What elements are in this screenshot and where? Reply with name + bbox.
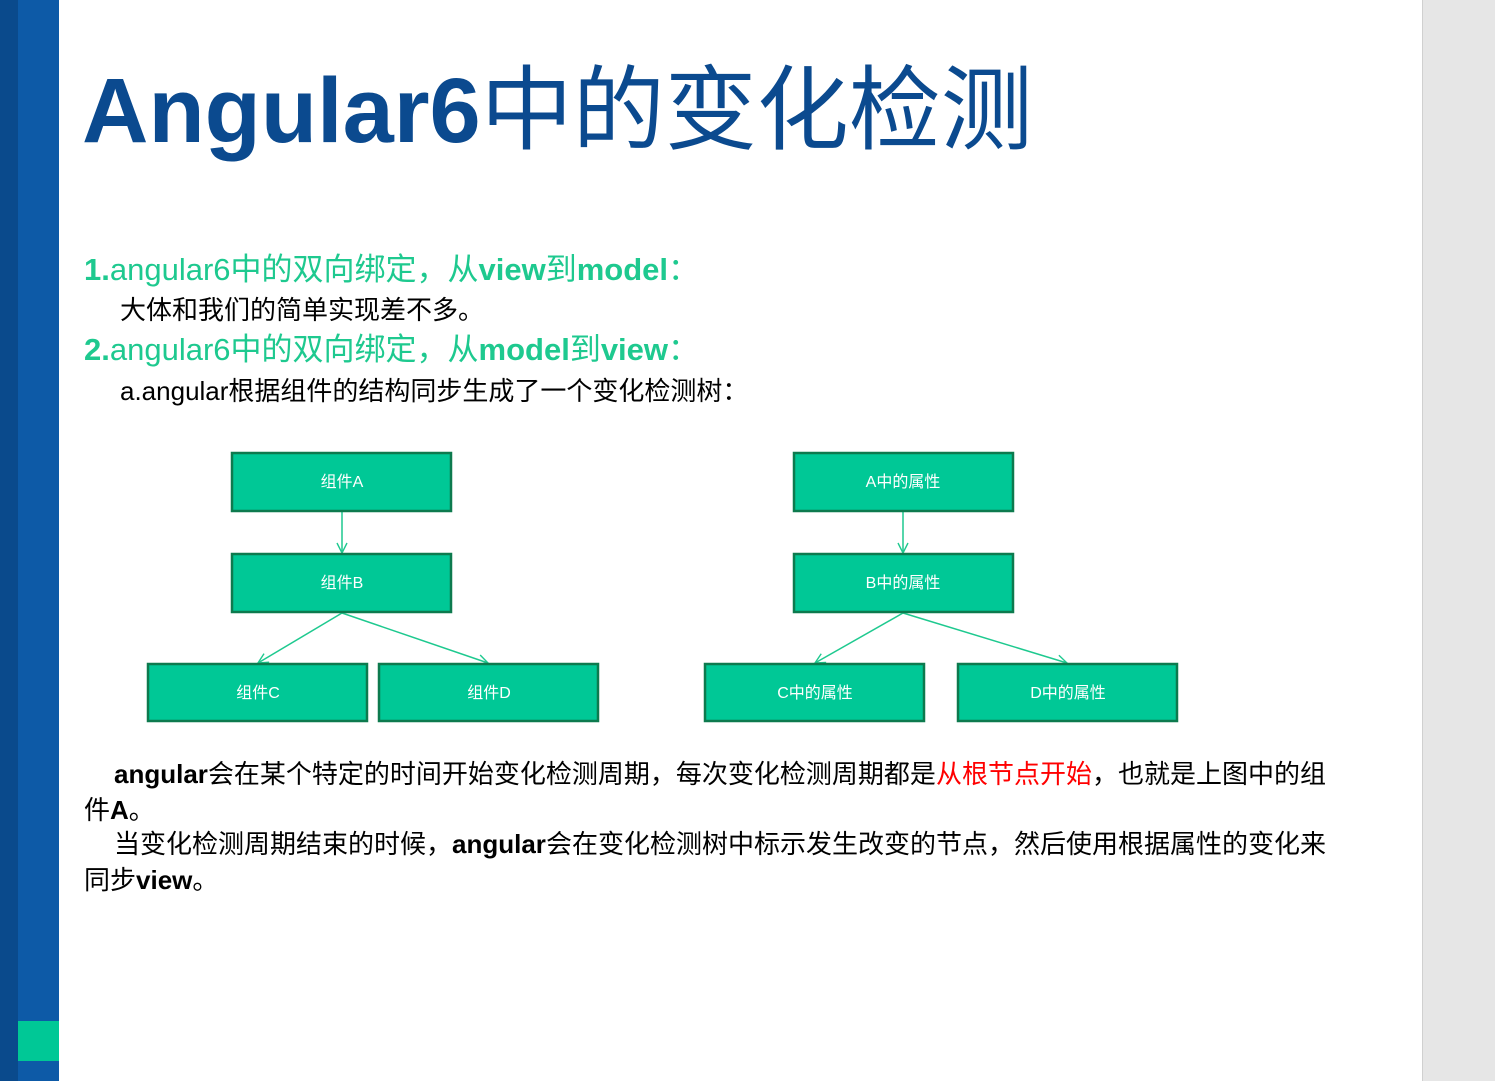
edge-b-to-c [258,612,343,663]
node-props-a: A中的属性 [792,451,1015,513]
para-1-text-c: 。 [128,796,155,826]
node-component-c-label: 组件C [236,684,280,702]
node-props-d: D中的属性 [956,662,1179,723]
node-component-d-label: 组件D [467,684,511,702]
edge-b-to-d [341,612,488,663]
para-2-text-a: 当变化检测周期结束的时候， [114,830,453,860]
para-1-bold-a: A [110,795,129,825]
para-2-text-c: 。 [192,866,219,896]
node-props-a-label: A中的属性 [866,473,941,491]
node-props-c-label: C中的属性 [777,684,853,702]
node-props-d-label: D中的属性 [1030,684,1106,702]
node-props-b: B中的属性 [792,552,1015,614]
para-2-bold-angular: angular [452,829,546,859]
para-1-text-a: 会在某个特定的时间开始变化检测周期，每次变化检测周期都是 [207,760,936,790]
para-1-bold-angular: angular [114,759,208,789]
node-component-b-label: 组件B [321,574,364,592]
edge-prop-b-to-d [902,612,1067,663]
paragraph-detection-cycle-end: 当变化检测周期结束的时候，angular会在变化检测树中标示发生改变的节点，然后… [84,827,1344,899]
node-component-a: 组件A [230,451,453,513]
node-props-b-label: B中的属性 [866,574,941,592]
change-detection-tree-diagram: 组件A 组件B 组件C 组件D A中的属性 B中的属性 C中的属性 D中的属性 [146,451,1179,723]
node-component-d: 组件D [377,662,600,723]
node-component-a-label: 组件A [321,473,364,491]
para-1-highlight: 从根节点开始 [935,760,1092,790]
para-2-bold-view: view [136,865,193,895]
node-props-c: C中的属性 [703,662,926,723]
edge-prop-b-to-c [815,612,904,663]
node-component-c: 组件C [146,662,369,723]
viewer-background [1422,0,1495,1081]
node-component-b: 组件B [230,552,453,614]
paragraph-detection-cycle-start: angular会在某个特定的时间开始变化检测周期，每次变化检测周期都是从根节点开… [84,757,1344,829]
slide: Angular6中的变化检测 1.angular6中的双向绑定，从view到mo… [0,0,1422,1081]
